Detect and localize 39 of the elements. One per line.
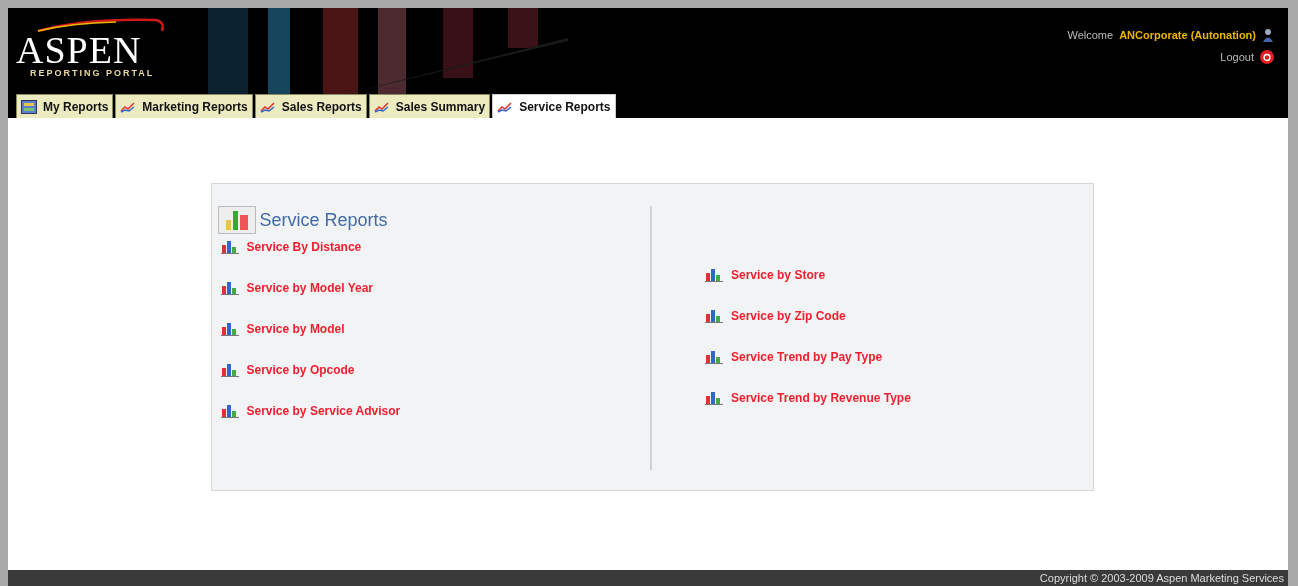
line-chart-icon [497,100,514,113]
bar-chart-icon [220,363,239,377]
report-link[interactable]: Service by Model [246,322,345,336]
report-link[interactable]: Service by Model Year [246,281,373,295]
report-tab[interactable]: Service Reports [492,94,616,118]
report-link[interactable]: Service Trend by Revenue Type [731,391,911,405]
user-name: ANCorporate (Autonation) [1119,29,1256,41]
report-link[interactable]: Service by Zip Code [731,309,846,323]
report-tab[interactable]: Sales Reports [254,94,367,118]
report-link[interactable]: Service by Service Advisor [246,404,401,418]
report-link[interactable]: Service by Store [731,268,826,282]
report-link[interactable]: Service By Distance [246,240,362,254]
line-chart-icon [373,100,390,113]
bar-chart-icon [220,404,239,418]
user-icon [1262,28,1274,42]
report-tab[interactable]: Marketing Reports [115,94,253,118]
swoosh-icon [36,18,166,32]
panel-title: Service Reports [259,209,388,231]
bar-chart-icon [220,281,239,295]
welcome-label: Welcome [1067,29,1114,41]
bar-chart-icon [220,322,239,336]
line-chart-icon [259,100,276,113]
grid-icon [21,99,37,114]
report-tab[interactable]: My Reports [16,94,114,118]
bar-chart-icon [217,206,256,234]
power-icon [1260,50,1274,64]
bar-chart-icon [705,391,723,405]
line-chart-icon [120,100,137,113]
bar-chart-icon [705,350,723,364]
logo-subtitle: REPORTING PORTAL [30,68,156,78]
logout-link[interactable]: Logout [1220,51,1254,63]
bar-chart-icon [705,268,723,282]
bar-chart-icon [705,309,723,323]
logo-title: ASPEN [16,32,142,68]
report-tab[interactable]: Sales Summary [368,94,491,118]
report-link[interactable]: Service by Opcode [246,363,355,377]
report-link[interactable]: Service Trend by Pay Type [731,350,883,364]
bar-chart-icon [220,240,239,254]
copyright-text: Copyright © 2003-2009 Aspen Marketing Services [1039,572,1284,584]
